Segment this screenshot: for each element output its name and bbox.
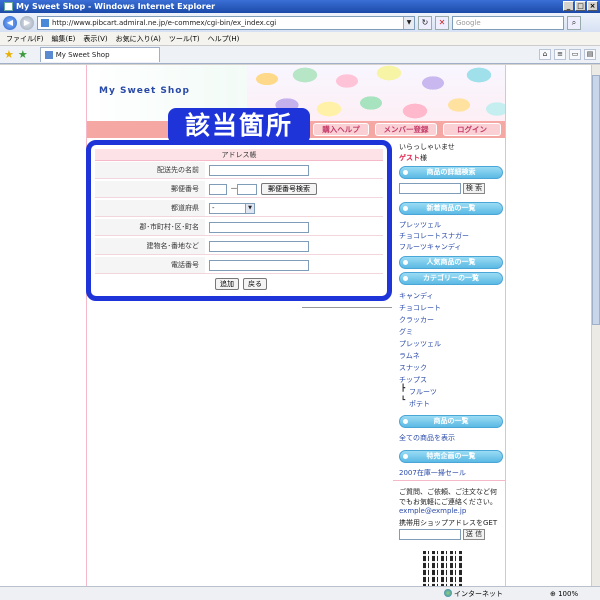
home-icon[interactable]: ⌂ [539,49,551,60]
category-pill[interactable]: カテゴリーの一覧 [399,272,503,285]
qr-code-image [423,551,463,586]
highlight-label: 該当箇所 [168,108,310,144]
guest-suffix: 様 [420,154,427,162]
new-item-link[interactable]: チョコレートスナガー [399,231,469,241]
security-zone: インターネット [444,589,503,599]
status-bar: インターネット ⊕ 100% [0,586,600,600]
zoom-icon: ⊕ [550,590,559,598]
search-pill[interactable]: 商品の詳細検索 [399,166,503,179]
new-item-link[interactable]: プレッツェル [399,220,441,230]
menu-help[interactable]: ヘルプ(H) [208,34,240,44]
tab-label: My Sweet Shop [55,51,110,59]
category-link[interactable]: チョコレート [399,303,441,313]
sub-category-link[interactable]: フルーツ [409,387,437,397]
title-bar: My Sweet Shop - Windows Internet Explore… [0,0,600,13]
address-bar[interactable]: http://www.pibcart.admiral.ne.jp/e-comme… [37,15,415,30]
minimize-button[interactable]: _ [563,1,574,11]
globe-icon [444,589,452,597]
category-link[interactable]: グミ [399,327,413,337]
menu-edit[interactable]: 編集(E) [52,34,76,44]
refresh-button[interactable]: ↻ [418,15,432,30]
menu-view[interactable]: 表示(V) [83,34,107,44]
tab-page-icon [44,51,53,59]
sub-category-link[interactable]: ポテト [409,399,430,409]
guest-line: ゲスト様 [399,153,427,163]
favorites-star-icon[interactable]: ★ [4,48,14,61]
popular-items-pill[interactable]: 人気商品の一覧 [399,256,503,269]
send-button[interactable]: 送 信 [463,529,485,540]
page-menu-icon[interactable]: ▤ [584,49,596,60]
page-icon [41,18,49,27]
address-toolbar: ◀ ▶ http://www.pibcart.admiral.ne.jp/e-c… [0,13,600,32]
category-link[interactable]: プレッツェル [399,339,441,349]
vertical-scrollbar[interactable] [591,65,600,586]
ie-icon [4,2,13,11]
new-items-pill[interactable]: 新着商品の一覧 [399,202,503,215]
window-title: My Sweet Shop - Windows Internet Explore… [16,2,216,11]
category-link[interactable]: スナック [399,363,427,373]
new-item-link[interactable]: フルーツキャンディ [399,242,461,252]
menu-tools[interactable]: ツール(T) [169,34,200,44]
greeting-text: いらっしゃいませ [399,143,455,151]
divider [302,307,392,308]
search-button[interactable]: ⌕ [567,15,581,30]
sidebar-search-input[interactable] [399,183,461,194]
forward-button[interactable]: ▶ [20,15,34,30]
contact-text: でもお気軽にご連絡ください。 [399,498,497,506]
member-register-button[interactable]: メンバー登録 [375,123,437,136]
zone-label: インターネット [454,590,503,598]
purchase-help-button[interactable]: 購入ヘルプ [313,123,369,136]
close-button[interactable]: × [587,1,598,11]
login-button[interactable]: ログイン [443,123,501,136]
tab-bar: ★ ★ My Sweet Shop ⌂ ≡ ▭ ▤ [0,46,600,64]
address-dropdown-icon[interactable]: ▼ [403,16,414,29]
search-input[interactable]: Google [452,15,564,30]
menu-file[interactable]: ファイル(F) [6,34,44,44]
category-link[interactable]: ラムネ [399,351,420,361]
stop-button[interactable]: ✕ [435,15,449,30]
menu-favorites[interactable]: お気に入り(A) [116,34,161,44]
tree-branch-icon: ┣ [401,384,406,392]
zoom-value: 100% [558,590,579,598]
maximize-button[interactable]: □ [575,1,586,11]
feeds-icon[interactable]: ≡ [554,49,566,60]
category-link[interactable]: キャンディ [399,291,434,301]
shop-name: My Sweet Shop [99,86,190,96]
menu-bar: ファイル(F) 編集(E) 表示(V) お気に入り(A) ツール(T) ヘルプ(… [0,32,600,46]
mobile-email-input[interactable] [399,529,461,540]
page-viewport: My Sweet Shop 購入ヘルプ メンバー登録 ログイン いらっしゃいませ… [0,65,591,586]
add-favorites-icon[interactable]: ★ [18,48,28,61]
highlight-frame [86,140,392,301]
category-link[interactable]: クラッカー [399,315,434,325]
mobile-text: 携帯用ショップアドレスをGET [399,519,498,527]
all-items-link[interactable]: 全ての商品を表示 [399,433,455,443]
address-url: http://www.pibcart.admiral.ne.jp/e-comme… [52,18,277,27]
special-pill[interactable]: 特売企画の一覧 [399,450,503,463]
zoom-level[interactable]: ⊕ 100% [550,589,578,599]
back-button[interactable]: ◀ [3,15,17,30]
guest-name: ゲスト [399,154,420,162]
scrollbar-thumb[interactable] [592,75,600,325]
contact-text: ご質問、ご依頼、ご注文など何 [399,488,497,496]
divider [393,480,505,481]
sidebar: いらっしゃいませ ゲスト様 商品の詳細検索 検 索 新着商品の一覧 プレッツェル… [393,138,505,586]
email-link[interactable]: exmple@exmple.jp [399,507,466,515]
all-items-pill[interactable]: 商品の一覧 [399,415,503,428]
tree-branch-icon: ┗ [401,396,406,404]
tab-my-sweet-shop[interactable]: My Sweet Shop [39,47,160,62]
browser-window: My Sweet Shop - Windows Internet Explore… [0,0,600,600]
sidebar-search-button[interactable]: 検 索 [463,183,485,194]
print-icon[interactable]: ▭ [569,49,581,60]
special-sale-link[interactable]: 2007在庫一掃セール [399,468,466,478]
